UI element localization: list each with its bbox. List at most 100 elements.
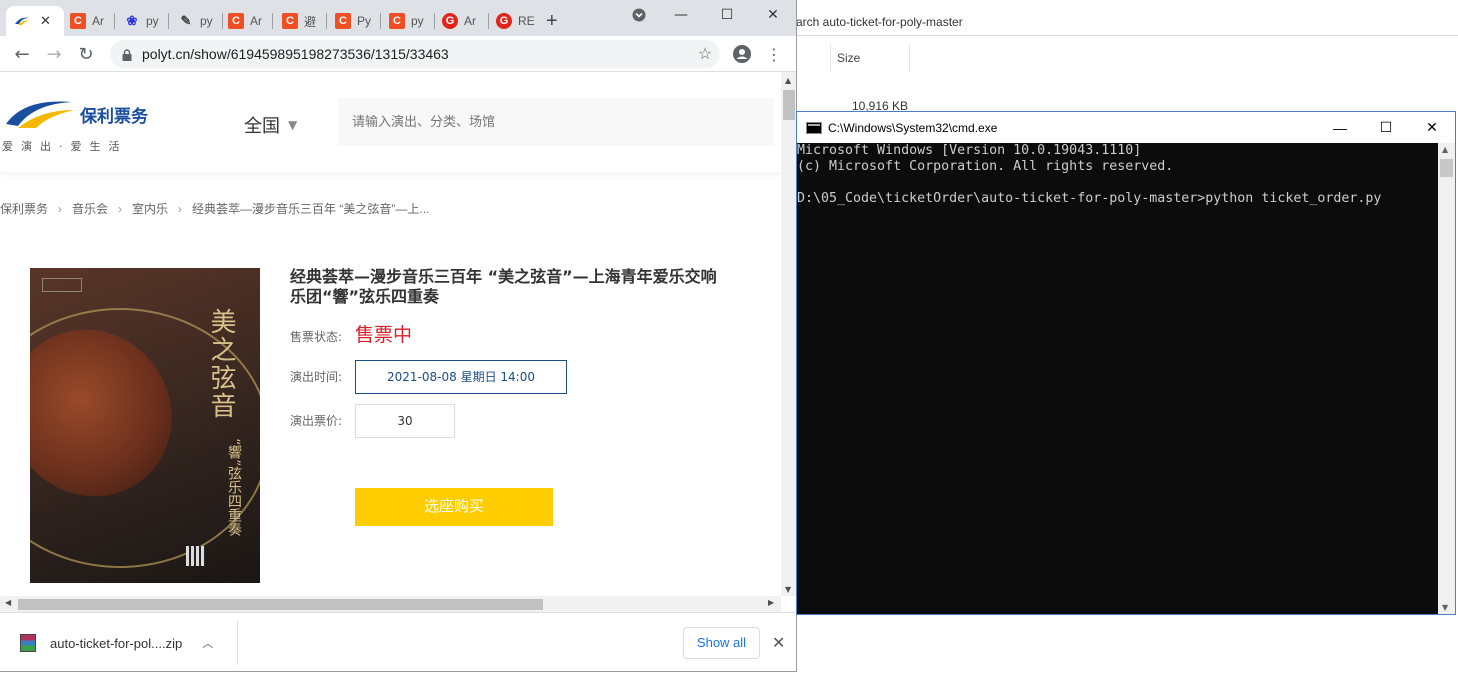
logo-slogan: 爱演出·爱生活	[2, 140, 128, 153]
scroll-up-icon[interactable]: ▲	[785, 76, 791, 85]
explorer-address-bar[interactable]: arch auto-ticket-for-poly-master	[790, 8, 1458, 36]
tab-7[interactable]: Cpy	[381, 6, 433, 36]
bookmark-star-icon[interactable]: ☆	[690, 44, 720, 64]
close-icon[interactable]: ✕	[40, 13, 51, 29]
time-label: 演出时间:	[290, 370, 343, 384]
new-tab-button[interactable]: +	[546, 6, 576, 36]
download-item[interactable]: auto-ticket-for-pol....zip ︿	[14, 625, 236, 661]
csdn-icon: C	[335, 13, 351, 29]
show-all-button[interactable]: Show all	[683, 627, 760, 659]
price-option[interactable]: 30	[355, 404, 455, 438]
breadcrumb-concert[interactable]: 音乐会	[72, 200, 108, 217]
city-selector[interactable]: 全国 ▼	[244, 112, 297, 138]
forward-icon[interactable]: →	[40, 40, 68, 68]
address-bar[interactable]: polyt.cn/show/619459895198273536/1315/33…	[110, 40, 720, 68]
tab-6[interactable]: C Py	[327, 6, 379, 36]
cmd-scrollbar[interactable]: ▲ ▼	[1438, 143, 1455, 614]
poster-subtitle: “響”弦乐四重奏	[226, 438, 242, 537]
tab-1[interactable]: C Ar	[62, 6, 114, 36]
scrollbar-thumb[interactable]	[1440, 159, 1453, 177]
tab-label: RE	[518, 14, 535, 28]
scroll-up-icon[interactable]: ▲	[1442, 145, 1448, 154]
cmd-icon	[806, 121, 822, 134]
csdn-icon: C	[282, 13, 298, 29]
url-text: polyt.cn/show/619459895198273536/1315/33…	[142, 46, 449, 62]
qr-code-icon	[186, 546, 206, 566]
tab-label: Ar	[250, 14, 262, 28]
breadcrumb-current: 经典荟萃—漫步音乐三百年 “美之弦音”—上...	[192, 202, 430, 216]
pen-icon: ✎	[180, 13, 192, 28]
select-seat-buy-button[interactable]: 选座购买	[355, 488, 553, 526]
tab-label: py	[200, 14, 213, 28]
size-column-header[interactable]: Size	[830, 44, 910, 72]
reload-icon[interactable]: ↻	[72, 40, 100, 68]
baidu-paw-icon: ❀	[126, 13, 138, 28]
console-output[interactable]: Microsoft Windows [Version 10.0.19043.11…	[797, 143, 1437, 614]
close-icon[interactable]: ✕	[772, 633, 785, 652]
cmd-title-bar[interactable]: C:\Windows\System32\cmd.exe — ☐ ✕	[797, 112, 1455, 143]
scroll-down-icon[interactable]: ▼	[1442, 603, 1448, 612]
site-header: 保利票务 爱演出·爱生活 全国 ▼	[0, 72, 781, 172]
logo-name: 保利票务	[80, 107, 148, 127]
lock-icon	[122, 48, 132, 61]
tab-9[interactable]: G RE	[488, 6, 540, 36]
chevron-right-icon: ›	[58, 201, 63, 216]
browser-window: ✕ C Ar ❀ py ✎ py C Ar C避 C Py Cpy G Ar G…	[0, 0, 797, 672]
menu-kebab-icon[interactable]: ⋮	[760, 40, 788, 68]
download-bar: auto-ticket-for-pol....zip ︿ Show all ✕	[0, 612, 796, 671]
csdn-icon: C	[70, 13, 86, 29]
winrar-archive-icon	[20, 634, 36, 652]
cmd-window: C:\Windows\System32\cmd.exe — ☐ ✕ Micros…	[796, 111, 1456, 615]
back-icon[interactable]: ←	[8, 40, 36, 68]
scroll-right-icon[interactable]: ▶	[768, 598, 774, 607]
tab-poly[interactable]: ✕	[6, 6, 64, 36]
poly-logo-icon	[14, 13, 30, 29]
breadcrumb: 保利票务 › 音乐会 › 室内乐 › 经典荟萃—漫步音乐三百年 “美之弦音”—上…	[0, 200, 429, 217]
tab-label: py	[411, 14, 424, 28]
chevron-up-icon[interactable]: ︿	[202, 635, 213, 651]
csdn-icon: C	[228, 13, 244, 29]
tab-3[interactable]: ✎ py	[170, 6, 222, 36]
poly-ticket-logo[interactable]: 保利票务 爱演出·爱生活	[0, 94, 160, 154]
minimize-icon[interactable]: —	[1317, 112, 1363, 143]
show-title: 经典荟萃—漫步音乐三百年 “美之弦音”—上海青年爱乐交响乐团“響”弦乐四重奏	[290, 267, 717, 306]
horizontal-scrollbar[interactable]: ◀ ▶	[0, 596, 781, 612]
maximize-icon[interactable]: ☐	[1363, 112, 1409, 143]
tab-8[interactable]: G Ar	[434, 6, 486, 36]
poster-logo	[42, 278, 82, 292]
cmd-title: C:\Windows\System32\cmd.exe	[828, 120, 998, 135]
profile-avatar-icon[interactable]	[728, 40, 756, 68]
scroll-down-icon[interactable]: ▼	[785, 585, 791, 594]
breadcrumb-home[interactable]: 保利票务	[0, 200, 48, 217]
price-label: 演出票价:	[290, 414, 343, 428]
console-line: D:\05_Code\ticketOrder\auto-ticket-for-p…	[797, 191, 1382, 206]
page-viewport: 保利票务 爱演出·爱生活 全国 ▼ 保利票务 › 音乐会 › 室内乐 › 经典荟…	[0, 72, 781, 596]
minimize-icon[interactable]: —	[658, 0, 704, 30]
logo-swoosh-icon	[6, 101, 74, 128]
chevron-right-icon: ›	[178, 201, 183, 216]
tab-2[interactable]: ❀ py	[116, 6, 168, 36]
browser-toolbar: ← → ↻ polyt.cn/show/619459895198273536/1…	[0, 36, 796, 72]
console-line: (c) Microsoft Corporation. All rights re…	[797, 159, 1174, 174]
status-label: 售票状态:	[290, 330, 343, 344]
city-label: 全国	[244, 116, 280, 137]
vertical-scrollbar[interactable]: ▲ ▼	[781, 72, 796, 596]
show-poster: 美之弦音 “響”弦乐四重奏	[30, 268, 260, 583]
maximize-icon[interactable]: ☐	[704, 0, 750, 30]
tab-label: py	[146, 14, 159, 28]
scrollbar-thumb[interactable]	[783, 90, 795, 120]
breadcrumb-chamber[interactable]: 室内乐	[132, 200, 168, 217]
search-input[interactable]	[338, 98, 774, 146]
tab-4[interactable]: C Ar	[220, 6, 272, 36]
status-badge: 售票中	[355, 324, 413, 346]
close-window-icon[interactable]: ✕	[1409, 112, 1455, 143]
showtime-option[interactable]: 2021-08-08 星期日 14:00	[355, 360, 567, 394]
console-line: Microsoft Windows [Version 10.0.19043.11…	[797, 143, 1142, 158]
scrollbar-thumb[interactable]	[18, 599, 543, 610]
g-red-icon: G	[442, 13, 458, 29]
tab-label: 避	[304, 14, 317, 29]
tab-5[interactable]: C避	[274, 6, 326, 36]
scroll-left-icon[interactable]: ◀	[5, 598, 11, 607]
tab-search-icon[interactable]	[616, 0, 662, 30]
close-window-icon[interactable]: ✕	[750, 0, 796, 30]
